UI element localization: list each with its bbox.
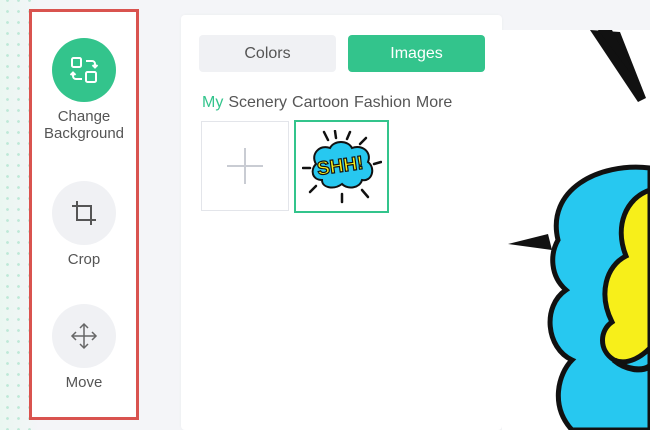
panel-tabs: Colors Images	[199, 35, 485, 72]
category-fashion[interactable]: Fashion	[354, 93, 411, 113]
crop-tool[interactable]: Crop	[32, 181, 136, 268]
move-label: Move	[65, 374, 103, 391]
change-background-label: Change Background	[32, 108, 136, 142]
crop-button[interactable]	[52, 181, 116, 245]
canvas-preview[interactable]	[502, 30, 650, 430]
change-background-button[interactable]	[52, 38, 116, 102]
category-cartoon[interactable]: Cartoon	[292, 93, 349, 113]
change-background-icon	[70, 57, 98, 83]
tab-colors[interactable]: Colors	[199, 35, 336, 72]
category-my[interactable]: My	[202, 93, 223, 113]
shh-sticker-image: SHH!	[301, 129, 382, 203]
tab-images[interactable]: Images	[348, 35, 485, 72]
background-panel: Colors Images My Scenery Cartoon Fashion…	[181, 15, 502, 430]
move-tool[interactable]: Move	[32, 304, 136, 391]
add-image-button[interactable]	[201, 121, 289, 211]
plus-icon	[227, 148, 263, 184]
category-scenery[interactable]: Scenery	[228, 93, 287, 113]
change-background-label-line1: Change	[57, 108, 111, 125]
image-thumbnail-shh[interactable]: SHH!	[294, 120, 389, 213]
crop-label: Crop	[67, 251, 101, 268]
move-button[interactable]	[52, 304, 116, 368]
image-categories: My Scenery Cartoon Fashion More	[202, 93, 452, 113]
tool-sidebar: Change Background Crop Move	[29, 9, 139, 420]
canvas-sticker-image	[508, 30, 650, 430]
category-more[interactable]: More	[416, 93, 452, 113]
change-background-tool[interactable]: Change Background	[32, 38, 136, 142]
crop-icon	[72, 201, 96, 225]
change-background-label-line2: Background	[43, 125, 125, 142]
move-icon	[70, 322, 98, 350]
